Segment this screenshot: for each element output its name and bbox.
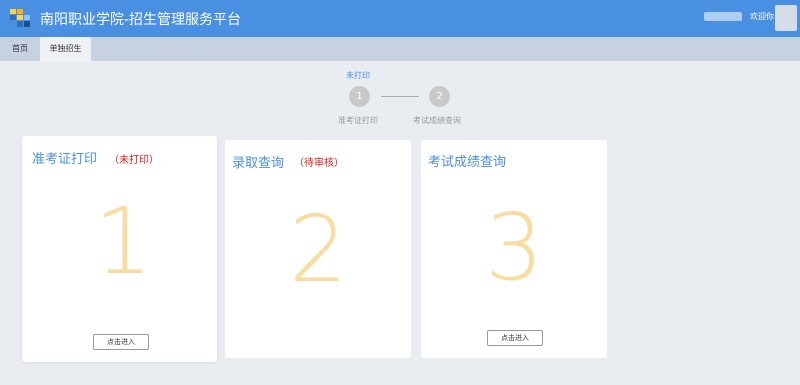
step-2-label: 考试成绩查询 xyxy=(413,116,461,125)
step-connector xyxy=(381,96,419,97)
step-2-circle: 2 xyxy=(429,86,450,107)
card-title: 录取查询 xyxy=(232,156,285,171)
step-1-circle: 1 xyxy=(349,86,370,107)
card-big-number: 2 xyxy=(289,196,348,303)
enter-button[interactable]: 点击进入 xyxy=(487,330,543,346)
card-big-number: 3 xyxy=(485,194,544,301)
card-admission-ticket: 准考证打印 （未打印） 1 点击进入 xyxy=(22,136,217,362)
app-title: 南阳职业学院-招生管理服务平台 xyxy=(40,12,242,28)
stepper-status: 未打印 xyxy=(346,71,370,80)
card-status: （未打印） xyxy=(109,155,159,166)
username-redacted xyxy=(704,12,742,21)
welcome-text: 欢迎你 xyxy=(750,12,774,21)
tab-bar: 首页 单独招生 xyxy=(0,37,800,61)
enter-button[interactable]: 点击进入 xyxy=(93,334,149,350)
logo-icon xyxy=(10,9,30,27)
tab-single-enrollment[interactable]: 单独招生 xyxy=(40,37,91,61)
avatar[interactable] xyxy=(775,5,797,31)
card-admission-query: 录取查询 （待审核） 2 xyxy=(225,140,411,358)
card-title: 考试成绩查询 xyxy=(428,155,507,170)
card-title: 准考证打印 xyxy=(32,152,98,167)
top-header: 南阳职业学院-招生管理服务平台 欢迎你 xyxy=(0,0,800,37)
step-1-label: 准考证打印 xyxy=(338,116,378,125)
card-exam-score-query: 考试成绩查询 3 点击进入 xyxy=(421,140,607,358)
tab-home[interactable]: 首页 xyxy=(0,37,40,61)
card-big-number: 1 xyxy=(94,188,153,295)
card-status: （待审核） xyxy=(294,158,344,169)
